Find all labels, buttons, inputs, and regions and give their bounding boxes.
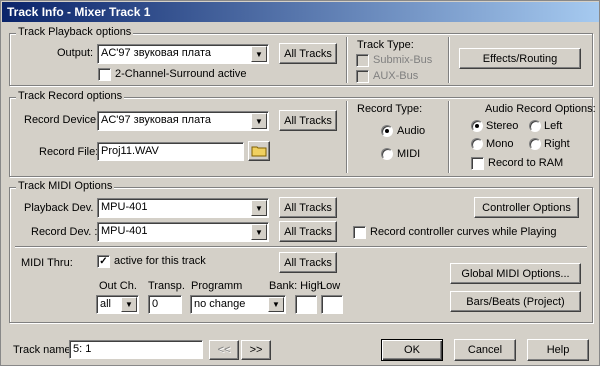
global-midi-options-button[interactable]: Global MIDI Options... — [450, 263, 581, 284]
left-radio[interactable] — [529, 120, 541, 132]
thru-all-tracks-button[interactable]: All Tracks — [279, 252, 337, 273]
record-type-audio-radio[interactable] — [381, 125, 393, 137]
track-name-label: Track name: — [13, 344, 74, 356]
record-all-tracks-button[interactable]: All Tracks — [279, 110, 337, 131]
playback-dev-label: Playback Dev. : — [24, 202, 100, 214]
midi-thru-label: MIDI Thru: — [21, 257, 73, 269]
bank-low-input[interactable] — [321, 295, 343, 314]
output-value: AC'97 звуковая плата — [101, 47, 212, 59]
record-type-audio-label: Audio — [397, 125, 426, 137]
chevron-down-icon[interactable]: ▼ — [251, 200, 267, 216]
surround-label: 2-Channel-Surround active — [115, 68, 247, 80]
folder-icon — [251, 146, 267, 157]
record-dev-label: Record Dev. : — [31, 226, 98, 238]
submix-checkbox[interactable] — [356, 54, 369, 67]
mono-radio[interactable] — [471, 138, 483, 150]
transp-input[interactable]: 0 — [148, 295, 182, 314]
cancel-button[interactable]: Cancel — [454, 339, 516, 361]
playback-group-title: Track Playback options — [16, 26, 134, 38]
ok-button[interactable]: OK — [381, 339, 443, 361]
record-type-midi-radio[interactable] — [381, 148, 393, 160]
output-select[interactable]: AC'97 звуковая плата ▼ — [97, 44, 269, 64]
audio-record-options-label: Audio Record Options: — [485, 103, 596, 115]
stereo-label: Stereo — [486, 120, 519, 132]
record-dev-select[interactable]: MPU-401 ▼ — [97, 222, 269, 242]
chevron-down-icon[interactable]: ▼ — [251, 113, 267, 129]
output-label: Output: — [57, 47, 94, 59]
help-button[interactable]: Help — [527, 339, 589, 361]
controller-curves-label: Record controller curves while Playing — [370, 226, 557, 238]
out-ch-label: Out Ch. — [99, 280, 137, 292]
next-track-button[interactable]: >> — [241, 340, 271, 360]
controller-curves-checkbox[interactable] — [353, 226, 366, 239]
record-type-midi-label: MIDI — [397, 148, 421, 160]
divider — [346, 37, 348, 83]
right-label: Right — [544, 138, 570, 150]
stereo-radio[interactable] — [471, 120, 483, 132]
thru-active-checkbox[interactable]: ✓ — [97, 255, 110, 268]
record-device-label: Record Device: — [24, 114, 100, 126]
divider — [346, 101, 348, 173]
bank-low-label: Low — [320, 280, 341, 292]
record-file-value: Proj11.WAV — [101, 145, 159, 157]
chevron-down-icon[interactable]: ▼ — [251, 224, 267, 240]
record-file-input[interactable]: Proj11.WAV — [97, 142, 244, 161]
browse-folder-button[interactable] — [248, 141, 270, 161]
record-type-label: Record Type: — [357, 103, 423, 115]
transp-label: Transp. — [148, 280, 185, 292]
divider — [448, 37, 450, 83]
dialog-title: Track Info - Mixer Track 1 — [2, 2, 599, 22]
track-type-label: Track Type: — [357, 39, 414, 51]
controller-options-button[interactable]: Controller Options — [474, 197, 579, 218]
aux-checkbox[interactable] — [356, 70, 369, 83]
playback-all-tracks-button[interactable]: All Tracks — [279, 43, 337, 64]
playback-dev-all-tracks-button[interactable]: All Tracks — [279, 197, 337, 218]
divider — [448, 101, 450, 173]
thru-active-label: active for this track — [114, 255, 206, 267]
chevron-down-icon[interactable]: ▼ — [268, 297, 284, 312]
record-to-ram-label: Record to RAM — [488, 157, 564, 169]
transp-value: 0 — [152, 298, 159, 310]
record-group-title: Track Record options — [16, 90, 125, 102]
track-name-input[interactable]: 5: 1 — [69, 340, 203, 359]
track-info-dialog: Track Info - Mixer Track 1 Track Playbac… — [0, 0, 600, 366]
playback-dev-select[interactable]: MPU-401 ▼ — [97, 198, 269, 218]
mono-label: Mono — [486, 138, 514, 150]
record-device-select[interactable]: AC'97 звуковая плата ▼ — [97, 111, 269, 131]
record-dev-value: MPU-401 — [101, 225, 148, 237]
bank-high-input[interactable] — [295, 295, 317, 314]
record-to-ram-checkbox[interactable] — [471, 157, 484, 170]
bars-beats-button[interactable]: Bars/Beats (Project) — [450, 291, 581, 312]
playback-dev-value: MPU-401 — [101, 201, 148, 213]
chevron-down-icon[interactable]: ▼ — [121, 297, 137, 312]
effects-routing-button[interactable]: Effects/Routing — [459, 48, 581, 69]
track-name-value: 5: 1 — [73, 343, 92, 355]
programm-label: Programm — [191, 280, 243, 292]
midi-group-title: Track MIDI Options — [16, 180, 115, 192]
record-file-label: Record File: — [39, 146, 99, 158]
record-device-value: AC'97 звуковая плата — [101, 114, 212, 126]
divider — [15, 246, 587, 248]
right-radio[interactable] — [529, 138, 541, 150]
out-ch-select[interactable]: all ▼ — [96, 295, 139, 314]
programm-select[interactable]: no change ▼ — [190, 295, 286, 314]
surround-checkbox[interactable] — [98, 68, 111, 81]
submix-label: Submix-Bus — [373, 54, 433, 66]
out-ch-value: all — [100, 298, 112, 310]
bank-high-label: Bank: High — [269, 280, 323, 292]
aux-label: AUX-Bus — [373, 70, 419, 82]
programm-value: no change — [194, 298, 246, 310]
record-dev-all-tracks-button[interactable]: All Tracks — [279, 221, 337, 242]
prev-track-button[interactable]: << — [209, 340, 239, 360]
chevron-down-icon[interactable]: ▼ — [251, 46, 267, 62]
left-label: Left — [544, 120, 563, 132]
